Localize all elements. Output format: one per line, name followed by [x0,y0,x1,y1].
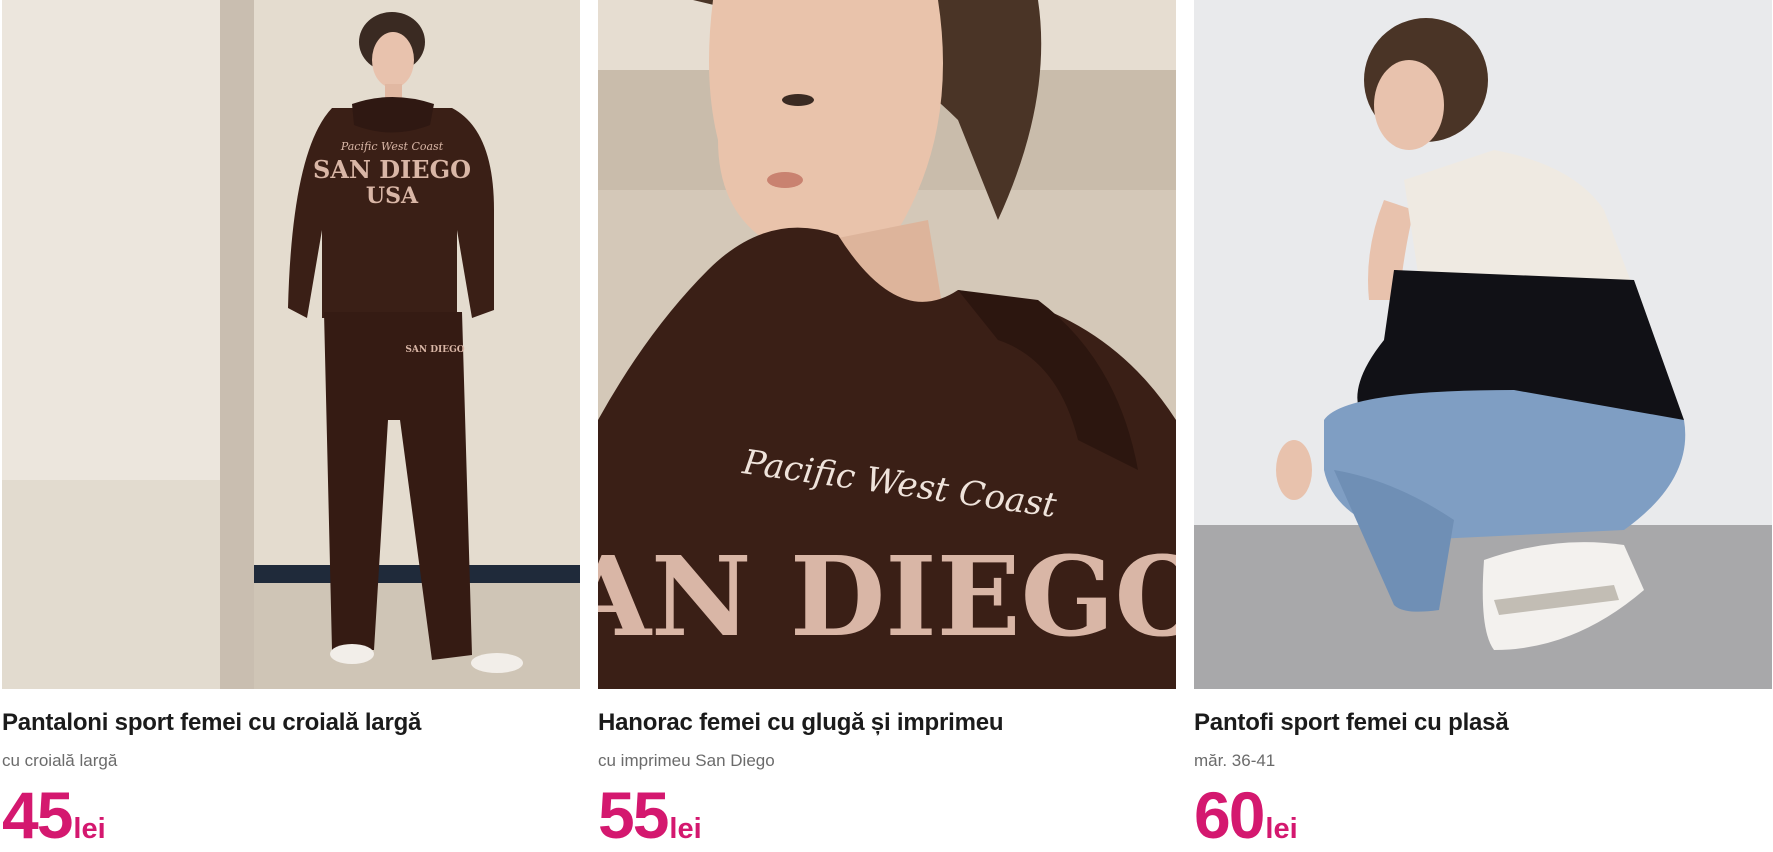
product-price: 55lei [598,782,702,849]
product-price: 60lei [1194,782,1298,849]
product-title[interactable]: Hanorac femei cu glugă și imprimeu [598,709,1176,737]
product-title[interactable]: Pantaloni sport femei cu croială largă [2,709,580,737]
product-card-hoodie[interactable]: Pacific West Coast AN DIEGO Hanorac feme… [598,0,1176,849]
product-card-tracksuit-pants[interactable]: Pacific West Coast SAN DIEGO USA SAN DIE… [2,0,580,849]
svg-text:USA: USA [366,183,419,209]
product-subtitle: măr. 36-41 [1194,751,1276,770]
product-image[interactable]: Pacific West Coast SAN DIEGO USA SAN DIE… [2,0,580,689]
price-amount: 60 [1194,778,1265,852]
product-subtitle: cu croială largă [2,751,118,770]
product-card-sneakers[interactable]: Pantofi sport femei cu plasă măr. 36-41 … [1194,0,1772,849]
product-image[interactable] [1194,0,1772,689]
price-amount: 55 [598,778,669,852]
product-grid: Pacific West Coast SAN DIEGO USA SAN DIE… [0,0,1773,849]
product-subtitle: cu imprimeu San Diego [598,751,775,770]
product-title[interactable]: Pantofi sport femei cu plasă [1194,709,1772,737]
price-currency: lei [1265,813,1298,845]
svg-text:Pacific West Coast: Pacific West Coast [340,140,444,153]
product-price: 45lei [2,782,106,849]
svg-text:SAN DIEGO: SAN DIEGO [405,345,464,355]
svg-text:SAN DIEGO: SAN DIEGO [313,155,471,184]
price-currency: lei [73,813,106,845]
price-currency: lei [669,813,702,845]
price-amount: 45 [2,778,73,852]
svg-text:AN DIEGO: AN DIEGO [598,532,1176,661]
product-image[interactable]: Pacific West Coast AN DIEGO [598,0,1176,689]
